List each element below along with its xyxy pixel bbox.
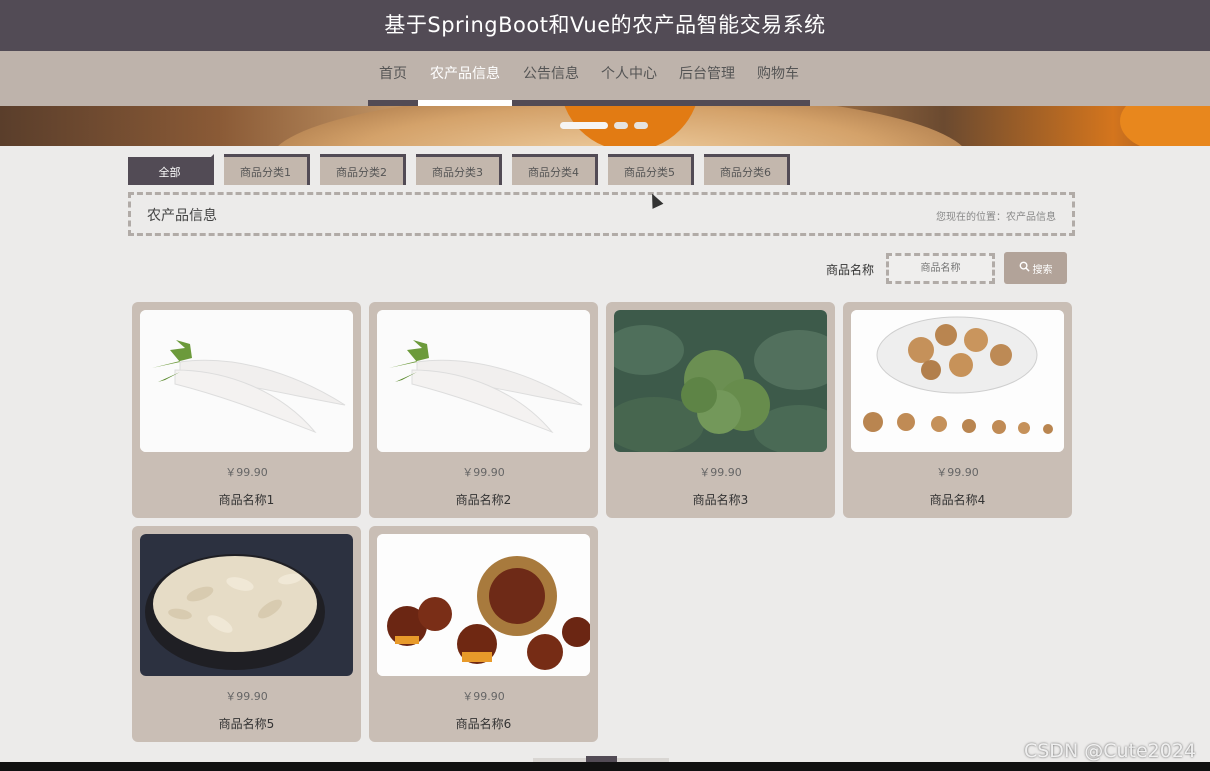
nav-item-notices[interactable]: 公告信息	[512, 51, 590, 106]
nav-item-home[interactable]: 首页	[368, 51, 418, 106]
category-tab-1[interactable]: 商品分类1	[224, 154, 310, 185]
product-name[interactable]: 商品名称6	[369, 715, 598, 732]
search-label: 商品名称	[826, 263, 875, 277]
product-price: ￥99.90	[225, 466, 268, 479]
product-image-broccoli[interactable]	[614, 310, 827, 452]
product-card[interactable]: ￥99.90 商品名称5	[132, 526, 361, 742]
product-price: ￥99.90	[936, 466, 979, 479]
carousel-indicators	[560, 122, 648, 129]
category-tab-5[interactable]: 商品分类5	[608, 154, 694, 185]
nav-item-cart[interactable]: 购物车	[746, 51, 810, 106]
category-tab-6[interactable]: 商品分类6	[704, 154, 790, 185]
watermark: CSDN @Cute2024	[1023, 740, 1196, 762]
carousel-dot[interactable]	[614, 122, 628, 129]
nav-item-admin[interactable]: 后台管理	[668, 51, 746, 106]
product-price: ￥99.90	[462, 466, 505, 479]
nav-item-products[interactable]: 农产品信息	[418, 51, 512, 106]
product-card[interactable]: ￥99.90 商品名称2	[369, 302, 598, 518]
product-image-chestnuts[interactable]	[377, 534, 590, 676]
category-tabs: 全部 商品分类1 商品分类2 商品分类3 商品分类4 商品分类5 商品分类6	[128, 154, 790, 185]
category-tab-3[interactable]: 商品分类3	[416, 154, 502, 185]
product-price: ￥99.90	[699, 466, 742, 479]
breadcrumb: 农产品信息 您现在的位置：农产品信息	[128, 192, 1075, 236]
product-price: ￥99.90	[225, 690, 268, 703]
main-nav: 首页 农产品信息 公告信息 个人中心 后台管理 购物车	[0, 51, 1210, 106]
product-image-dried-roots[interactable]	[851, 310, 1064, 452]
search-icon	[1019, 261, 1030, 275]
search-input[interactable]	[886, 253, 995, 284]
product-image-melon-seeds[interactable]	[140, 534, 353, 676]
category-tab-4[interactable]: 商品分类4	[512, 154, 598, 185]
category-tab-2[interactable]: 商品分类2	[320, 154, 406, 185]
page-title: 农产品信息	[147, 208, 217, 224]
product-name[interactable]: 商品名称4	[843, 491, 1072, 508]
product-image-radish[interactable]	[377, 310, 590, 452]
product-image-radish[interactable]	[140, 310, 353, 452]
category-tab-all[interactable]: 全部	[128, 154, 214, 185]
nav-item-profile[interactable]: 个人中心	[590, 51, 668, 106]
bottom-bar	[0, 762, 1210, 771]
site-title: 基于SpringBoot和Vue的农产品智能交易系统	[0, 0, 1210, 51]
product-name[interactable]: 商品名称3	[606, 491, 835, 508]
search-button[interactable]: 搜索	[1004, 252, 1067, 284]
product-name[interactable]: 商品名称1	[132, 491, 361, 508]
carousel-dot[interactable]	[560, 122, 608, 129]
breadcrumb-path: 您现在的位置：农产品信息	[936, 212, 1056, 223]
carousel-dot[interactable]	[634, 122, 648, 129]
product-name[interactable]: 商品名称5	[132, 715, 361, 732]
product-name[interactable]: 商品名称2	[369, 491, 598, 508]
product-card[interactable]: ￥99.90 商品名称4	[843, 302, 1072, 518]
product-card[interactable]: ￥99.90 商品名称1	[132, 302, 361, 518]
product-card[interactable]: ￥99.90 商品名称3	[606, 302, 835, 518]
product-card[interactable]: ￥99.90 商品名称6	[369, 526, 598, 742]
product-price: ￥99.90	[462, 690, 505, 703]
